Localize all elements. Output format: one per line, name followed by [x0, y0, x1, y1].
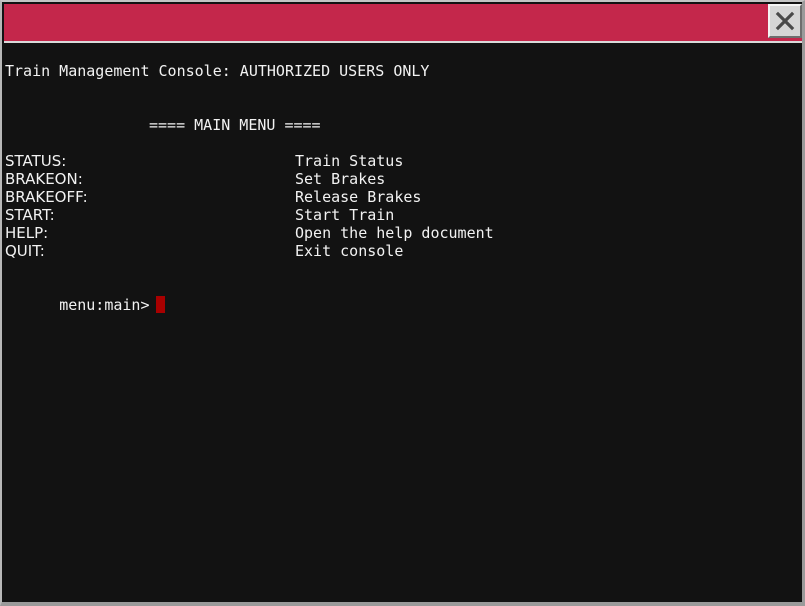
menu-command: BRAKEOFF:: [5, 188, 88, 206]
menu-item-start: START: Start Train: [5, 206, 394, 224]
menu-description: Start Train: [295, 206, 395, 224]
console-window: Train Management Console: AUTHORIZED USE…: [0, 0, 805, 606]
menu-description: Open the help document: [295, 224, 494, 242]
prompt-label: menu:main>: [59, 296, 150, 314]
terminal-output[interactable]: Train Management Console: AUTHORIZED USE…: [5, 44, 800, 600]
menu-description: Release Brakes: [295, 188, 422, 206]
menu-item-status: STATUS: Train Status: [5, 152, 403, 170]
menu-command: BRAKEON:: [5, 170, 83, 188]
menu-item-brakeoff: BRAKEOFF: Release Brakes: [5, 188, 421, 206]
menu-description: Set Brakes: [295, 170, 386, 188]
menu-command: STATUS:: [5, 152, 67, 170]
close-icon: [775, 11, 795, 31]
menu-item-quit: QUIT: Exit console: [5, 242, 403, 260]
menu-description: Exit console: [295, 242, 404, 260]
menu-command: START:: [5, 206, 55, 224]
menu-item-brakeon: BRAKEON: Set Brakes: [5, 170, 385, 188]
menu-command: HELP:: [5, 224, 49, 242]
menu-item-help: HELP: Open the help document: [5, 224, 494, 242]
close-button[interactable]: [768, 4, 802, 38]
menu-description: Train Status: [295, 152, 404, 170]
menu-command: QUIT:: [5, 242, 45, 260]
menu-title: ==== MAIN MENU ====: [149, 116, 321, 134]
title-bar[interactable]: [4, 4, 802, 43]
console-banner: Train Management Console: AUTHORIZED USE…: [5, 62, 430, 80]
command-prompt[interactable]: menu:main>: [5, 278, 165, 332]
text-cursor: [155, 296, 165, 313]
